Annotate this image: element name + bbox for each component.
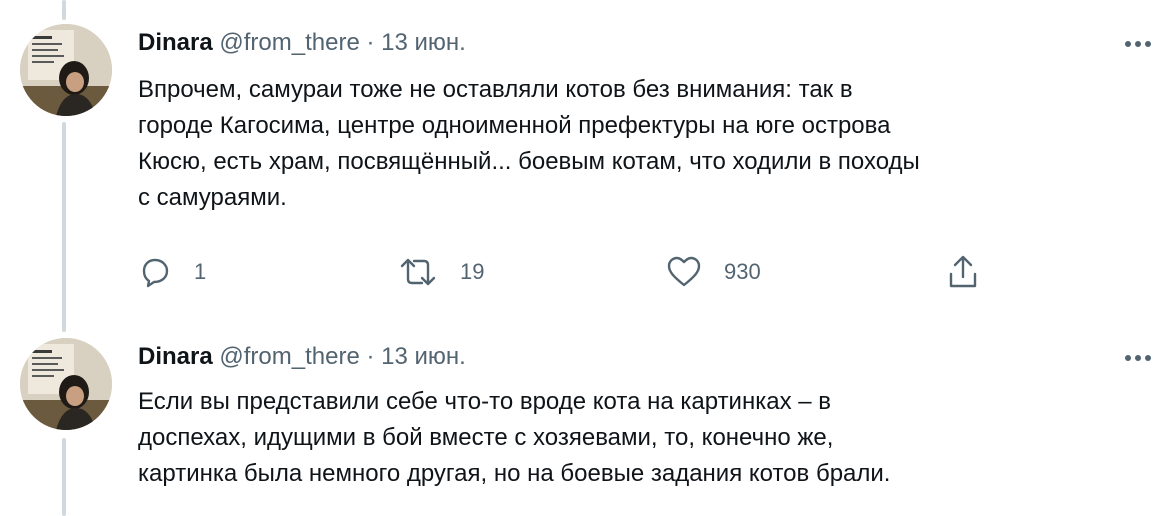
more-icon[interactable] bbox=[1120, 30, 1156, 58]
retweet-icon bbox=[400, 258, 436, 286]
tweet-header: Dinara @from_there · 13 июн. bbox=[138, 342, 466, 372]
tweet-date[interactable]: 13 июн. bbox=[381, 29, 466, 56]
more-icon[interactable] bbox=[1120, 344, 1156, 372]
author-handle[interactable]: @from_there bbox=[219, 343, 359, 370]
avatar[interactable] bbox=[20, 338, 112, 430]
reply-icon bbox=[142, 258, 169, 288]
tweet-header: Dinara @from_there · 13 июн. bbox=[138, 28, 466, 58]
tweet-text: Если вы представили себе что-то вроде ко… bbox=[138, 388, 891, 487]
thread-line-top bbox=[62, 0, 66, 20]
author-name[interactable]: Dinara bbox=[138, 29, 213, 56]
tweet[interactable]: Dinara @from_there · 13 июн. Если вы пре… bbox=[0, 338, 1172, 516]
separator-dot: · bbox=[366, 343, 375, 370]
tweet-date[interactable]: 13 июн. bbox=[381, 343, 466, 370]
retweet-count: 19 bbox=[460, 259, 485, 284]
reply-button[interactable]: 1 bbox=[138, 252, 206, 292]
separator-dot: · bbox=[366, 29, 375, 56]
like-icon bbox=[667, 256, 701, 287]
author-name[interactable]: Dinara bbox=[138, 343, 213, 370]
share-button[interactable] bbox=[946, 252, 980, 292]
author-handle[interactable]: @from_there bbox=[219, 29, 359, 56]
like-count: 930 bbox=[724, 259, 761, 284]
tweet-text: Впрочем, самураи тоже не оставляли котов… bbox=[138, 76, 920, 211]
like-button[interactable]: 930 bbox=[666, 252, 761, 292]
avatar[interactable] bbox=[20, 24, 112, 116]
share-icon bbox=[949, 255, 977, 288]
retweet-button[interactable]: 19 bbox=[398, 252, 484, 292]
tweet[interactable]: Dinara @from_there · 13 июн. Впрочем, са… bbox=[0, 24, 1172, 318]
reply-count: 1 bbox=[194, 259, 207, 284]
tweet-actions: 1 19 930 bbox=[138, 252, 1038, 292]
